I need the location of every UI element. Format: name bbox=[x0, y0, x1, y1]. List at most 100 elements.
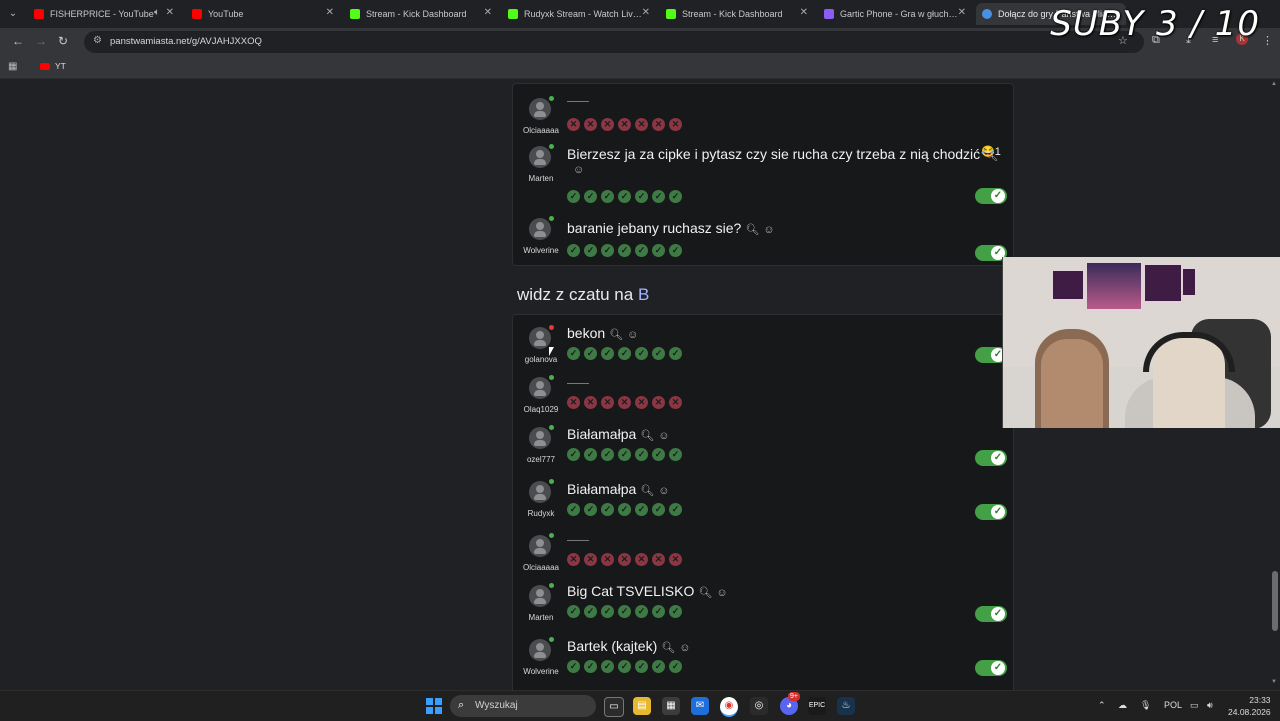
accept-toggle[interactable] bbox=[975, 504, 1007, 520]
accept-vote-icon[interactable]: ✓ bbox=[601, 190, 614, 203]
accept-vote-icon[interactable]: ✓ bbox=[669, 660, 682, 673]
accept-vote-icon[interactable]: ✓ bbox=[618, 448, 631, 461]
accept-vote-icon[interactable]: ✓ bbox=[635, 347, 648, 360]
close-icon[interactable]: ✕ bbox=[800, 7, 808, 18]
store-icon[interactable]: ▦ bbox=[662, 697, 680, 715]
accept-vote-icon[interactable]: ✓ bbox=[652, 190, 665, 203]
accept-vote-icon[interactable]: ✓ bbox=[567, 347, 580, 360]
reaction-badge[interactable]: 😂1 bbox=[981, 145, 1001, 158]
reject-vote-icon[interactable]: ✕ bbox=[669, 396, 682, 409]
accept-vote-icon[interactable]: ✓ bbox=[567, 244, 580, 257]
search-icon[interactable]: 🔍︎ bbox=[609, 329, 623, 341]
reject-vote-icon[interactable]: ✕ bbox=[567, 118, 580, 131]
emoji-add-icon[interactable]: ☺ bbox=[573, 164, 584, 176]
taskbar-search[interactable]: ⌕ Wyszukaj bbox=[450, 695, 596, 717]
accept-vote-icon[interactable]: ✓ bbox=[618, 190, 631, 203]
emoji-add-icon[interactable]: ☺ bbox=[716, 587, 727, 599]
reject-vote-icon[interactable]: ✕ bbox=[601, 118, 614, 131]
back-icon[interactable]: ← bbox=[12, 34, 24, 48]
reject-vote-icon[interactable]: ✕ bbox=[669, 118, 682, 131]
network-icon[interactable]: ▭ bbox=[1190, 700, 1199, 711]
emoji-add-icon[interactable]: ☺ bbox=[658, 430, 669, 442]
reject-vote-icon[interactable]: ✕ bbox=[618, 396, 631, 409]
emoji-add-icon[interactable]: ☺ bbox=[658, 485, 669, 497]
accept-vote-icon[interactable]: ✓ bbox=[652, 503, 665, 516]
chrome-icon[interactable]: ◉ bbox=[720, 697, 738, 717]
reject-vote-icon[interactable]: ✕ bbox=[635, 118, 648, 131]
reject-vote-icon[interactable]: ✕ bbox=[584, 118, 597, 131]
reject-vote-icon[interactable]: ✕ bbox=[652, 118, 665, 131]
accept-vote-icon[interactable]: ✓ bbox=[584, 605, 597, 618]
accept-vote-icon[interactable]: ✓ bbox=[669, 244, 682, 257]
search-icon[interactable]: 🔍︎ bbox=[640, 485, 654, 497]
reject-vote-icon[interactable]: ✕ bbox=[567, 396, 580, 409]
forward-icon[interactable]: → bbox=[35, 34, 47, 48]
bookmark-yt[interactable]: YT bbox=[40, 61, 66, 71]
accept-vote-icon[interactable]: ✓ bbox=[652, 605, 665, 618]
accept-vote-icon[interactable]: ✓ bbox=[652, 660, 665, 673]
accept-vote-icon[interactable]: ✓ bbox=[669, 347, 682, 360]
steam-icon[interactable]: ♨ bbox=[837, 697, 855, 715]
search-icon[interactable]: 🔍︎ bbox=[698, 587, 712, 599]
reject-vote-icon[interactable]: ✕ bbox=[618, 118, 631, 131]
reject-vote-icon[interactable]: ✕ bbox=[601, 553, 614, 566]
obs-icon[interactable]: ◎ bbox=[750, 697, 768, 715]
scrollbar-thumb[interactable] bbox=[1272, 571, 1278, 631]
scroll-down-arrow[interactable]: ▼ bbox=[1271, 679, 1277, 685]
accept-vote-icon[interactable]: ✓ bbox=[601, 448, 614, 461]
accept-vote-icon[interactable]: ✓ bbox=[652, 244, 665, 257]
reject-vote-icon[interactable]: ✕ bbox=[635, 553, 648, 566]
search-icon[interactable]: 🔍︎ bbox=[640, 430, 654, 442]
accept-vote-icon[interactable]: ✓ bbox=[618, 503, 631, 516]
reject-vote-icon[interactable]: ✕ bbox=[584, 396, 597, 409]
apps-grid-icon[interactable]: ▦ bbox=[8, 61, 17, 72]
accept-vote-icon[interactable]: ✓ bbox=[584, 503, 597, 516]
accept-vote-icon[interactable]: ✓ bbox=[601, 660, 614, 673]
reject-vote-icon[interactable]: ✕ bbox=[652, 396, 665, 409]
emoji-add-icon[interactable]: ☺ bbox=[627, 329, 638, 341]
accept-vote-icon[interactable]: ✓ bbox=[601, 605, 614, 618]
accept-vote-icon[interactable]: ✓ bbox=[618, 660, 631, 673]
speaker-icon[interactable]: 🔈︎ bbox=[154, 7, 160, 18]
accept-vote-icon[interactable]: ✓ bbox=[635, 244, 648, 257]
accept-vote-icon[interactable]: ✓ bbox=[669, 448, 682, 461]
search-icon[interactable]: 🔍︎ bbox=[745, 224, 759, 236]
reject-vote-icon[interactable]: ✕ bbox=[669, 553, 682, 566]
cloud-icon[interactable]: ☁ bbox=[1118, 700, 1127, 711]
tab-5[interactable]: Stream - Kick Dashboard ✕ bbox=[660, 3, 812, 25]
language-indicator[interactable]: POL bbox=[1164, 700, 1182, 710]
accept-vote-icon[interactable]: ✓ bbox=[618, 347, 631, 360]
accept-toggle[interactable] bbox=[975, 660, 1007, 676]
microphone-icon[interactable]: 🎙︎ bbox=[1140, 700, 1151, 711]
accept-vote-icon[interactable]: ✓ bbox=[567, 448, 580, 461]
reject-vote-icon[interactable]: ✕ bbox=[584, 553, 597, 566]
accept-vote-icon[interactable]: ✓ bbox=[584, 448, 597, 461]
scroll-up-arrow[interactable]: ▲ bbox=[1271, 81, 1277, 87]
accept-vote-icon[interactable]: ✓ bbox=[601, 244, 614, 257]
reject-vote-icon[interactable]: ✕ bbox=[652, 553, 665, 566]
reload-icon[interactable]: ↻ bbox=[58, 34, 68, 48]
reject-vote-icon[interactable]: ✕ bbox=[567, 553, 580, 566]
outlook-icon[interactable]: ✉ bbox=[691, 697, 709, 715]
tab-search-icon[interactable]: ⌄ bbox=[4, 5, 22, 23]
menu-icon[interactable]: ⋮ bbox=[1262, 34, 1273, 47]
volume-icon[interactable]: 🔊︎ bbox=[1207, 700, 1213, 711]
tab-2[interactable]: YouTube ✕ bbox=[186, 3, 338, 25]
accept-toggle[interactable] bbox=[975, 606, 1007, 622]
reject-vote-icon[interactable]: ✕ bbox=[618, 553, 631, 566]
tab-6[interactable]: Gartic Phone - Gra w głuchy tel ✕ bbox=[818, 3, 970, 25]
accept-vote-icon[interactable]: ✓ bbox=[669, 605, 682, 618]
file-explorer-icon[interactable]: ▤ bbox=[633, 697, 651, 715]
accept-vote-icon[interactable]: ✓ bbox=[584, 190, 597, 203]
emoji-add-icon[interactable]: ☺ bbox=[679, 642, 690, 654]
accept-vote-icon[interactable]: ✓ bbox=[584, 660, 597, 673]
tab-4[interactable]: Rudyxk Stream - Watch Live on ✕ bbox=[502, 3, 654, 25]
accept-vote-icon[interactable]: ✓ bbox=[635, 503, 648, 516]
accept-vote-icon[interactable]: ✓ bbox=[584, 244, 597, 257]
tab-3[interactable]: Stream - Kick Dashboard ✕ bbox=[344, 3, 496, 25]
accept-vote-icon[interactable]: ✓ bbox=[567, 660, 580, 673]
close-icon[interactable]: ✕ bbox=[958, 7, 966, 18]
accept-vote-icon[interactable]: ✓ bbox=[669, 503, 682, 516]
accept-vote-icon[interactable]: ✓ bbox=[669, 190, 682, 203]
accept-vote-icon[interactable]: ✓ bbox=[584, 347, 597, 360]
